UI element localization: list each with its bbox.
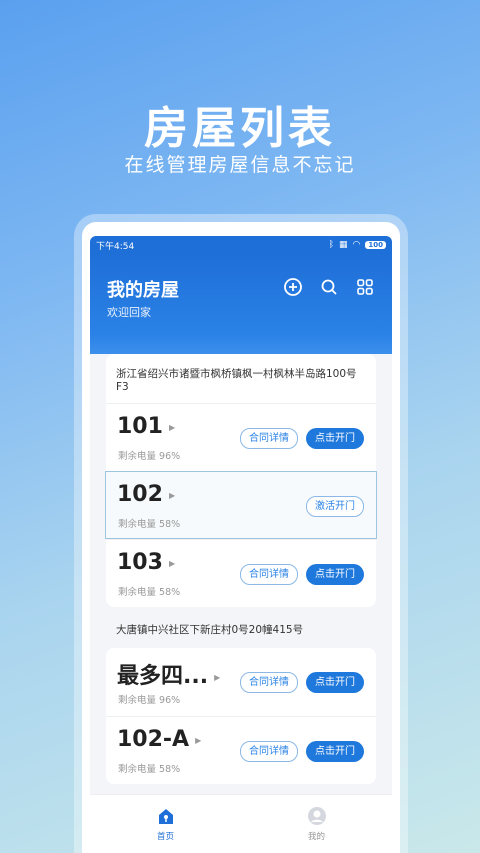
chevron-right-icon: ▶ [214,672,221,682]
chevron-right-icon: ▶ [195,735,202,745]
phone-screen: 下午4:54 ᛒ ▦ ◠ 100 我的房屋 欢迎回家 浙江省绍兴市诸暨市枫桥镇枫… [82,222,400,853]
room-power: 剩余电量 58% [118,519,181,530]
status-time: 下午4:54 [96,241,135,252]
content-area: 浙江省绍兴市诸暨市枫桥镇枫一村枫林半岛路100号F3 101 ▶ 剩余电量 96%… [90,354,392,853]
promo-title: 房屋列表 [144,103,336,154]
bottom-tab-bar: 首页 我的 [90,794,392,853]
search-icon[interactable] [320,278,338,296]
room-name: 102-A [117,727,190,752]
room-name: 最多四... [117,664,209,689]
bluetooth-icon: ᛒ [328,240,334,250]
status-bar: 下午4:54 ᛒ ▦ ◠ 100 [90,236,392,254]
add-circle-icon[interactable] [284,278,302,296]
building-card: 浙江省绍兴市诸暨市枫桥镇枫一村枫林半岛路100号F3 101 ▶ 剩余电量 96%… [105,354,377,607]
home-icon [158,809,173,824]
activate-door-button[interactable]: 激活开门 [306,496,364,517]
page-title: 我的房屋 [107,280,179,301]
room-row[interactable]: 102 ▶ 剩余电量 58% 激活开门 [105,471,377,539]
contract-details-button[interactable]: 合同详情 [240,564,298,585]
signal-icon: ▦ [339,240,348,250]
building-card: 最多四... ▶ 剩余电量 96% 合同详情 点击开门 102-A ▶ 剩余电量 5… [106,648,376,784]
building-address: 浙江省绍兴市诸暨市枫桥镇枫一村枫林半岛路100号F3 [116,368,357,393]
open-door-button[interactable]: 点击开门 [306,428,364,449]
chevron-right-icon: ▶ [168,490,176,500]
tab-label: 首页 [156,832,174,842]
open-door-button[interactable]: 点击开门 [306,564,364,585]
room-power: 剩余电量 96% [118,451,181,462]
building-address: 大唐镇中兴社区下新庄村0号20幢415号 [116,624,304,636]
app-header: 我的房屋 欢迎回家 [90,254,392,369]
room-power: 剩余电量 96% [118,695,181,706]
contract-details-button[interactable]: 合同详情 [240,428,298,449]
contract-details-button[interactable]: 合同详情 [240,741,298,762]
contract-details-button[interactable]: 合同详情 [240,672,298,693]
grid-icon[interactable] [356,278,374,296]
promo-subtitle: 在线管理房屋信息不忘记 [124,154,356,176]
tab-profile[interactable]: 我的 [241,795,392,853]
room-row[interactable]: 102-A ▶ 剩余电量 58% 合同详情 点击开门 [106,716,376,784]
room-power: 剩余电量 58% [118,764,181,775]
room-row[interactable]: 101 ▶ 剩余电量 96% 合同详情 点击开门 [106,403,376,471]
room-row[interactable]: 最多四... ▶ 剩余电量 96% 合同详情 点击开门 [106,648,376,716]
tab-home[interactable]: 首页 [90,795,241,853]
room-name: 101 [117,414,163,439]
open-door-button[interactable]: 点击开门 [306,741,364,762]
wifi-icon: ◠ [352,240,361,250]
page-subtitle: 欢迎回家 [107,306,151,319]
room-row[interactable]: 103 ▶ 剩余电量 58% 合同详情 点击开门 [106,539,376,607]
room-name: 102 [117,482,163,507]
room-name: 103 [117,550,163,575]
battery-icon: 100 [365,241,386,249]
open-door-button[interactable]: 点击开门 [306,672,364,693]
tab-label: 我的 [307,832,325,842]
room-power: 剩余电量 58% [118,587,181,598]
chevron-right-icon: ▶ [168,422,176,432]
profile-icon [307,807,326,825]
chevron-right-icon: ▶ [168,558,176,568]
